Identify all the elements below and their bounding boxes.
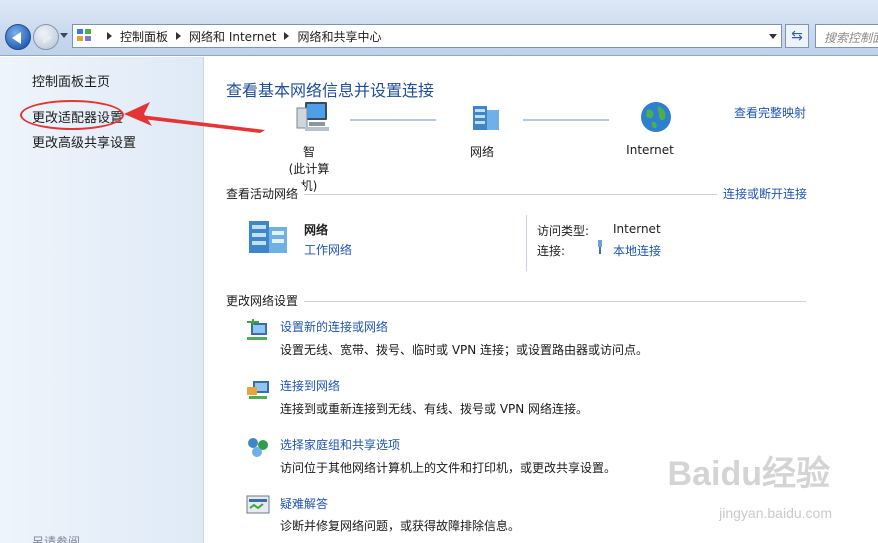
task-desc: 访问位于其他网络计算机上的文件和打印机，或更改共享设置。 (280, 461, 617, 475)
task-desc: 设置无线、宽带、拨号、临时或 VPN 连接；或设置路由器或访问点。 (280, 343, 649, 357)
see-also-heading: 另请参阅 (32, 535, 81, 543)
homegroup-icon (248, 438, 268, 457)
page-title: 查看基本网络信息并设置连接 (226, 81, 435, 100)
sidebar-item-control-panel-home[interactable]: 控制面板主页 (32, 71, 110, 90)
this-computer-node[interactable]: 智 (此计算机) (283, 100, 335, 194)
active-networks-title: 查看活动网络 (226, 185, 305, 202)
recent-pages-dropdown[interactable] (60, 33, 68, 38)
globe-icon (641, 102, 671, 132)
ethernet-plug-icon (597, 240, 603, 254)
internet-node[interactable]: Internet (620, 100, 680, 157)
back-button[interactable] (5, 24, 31, 50)
vertical-divider (526, 215, 527, 271)
view-full-map-link[interactable]: 查看完整映射 (734, 104, 806, 121)
forward-button[interactable] (33, 24, 59, 50)
task-desc: 连接到或重新连接到无线、有线、拨号或 VPN 网络连接。 (280, 402, 589, 416)
annotation-circle (20, 100, 124, 130)
crumb-arrow-icon[interactable] (176, 32, 182, 40)
network-building-icon (249, 221, 287, 253)
network-node[interactable]: 网络 (457, 100, 507, 160)
map-link-line (523, 119, 609, 121)
task-troubleshoot[interactable]: 疑难解答 (280, 495, 328, 512)
connect-disconnect-link[interactable]: 连接或断开连接 (717, 185, 808, 202)
search-input[interactable]: 搜索控制面 (815, 24, 878, 48)
breadcrumb-control-panel[interactable]: 控制面板 (120, 28, 168, 45)
divider (226, 301, 806, 302)
refresh-icon: ⇆ (791, 28, 803, 44)
troubleshoot-icon (246, 495, 270, 514)
computer-name: 智 (302, 145, 315, 159)
breadcrumb-sharing-center[interactable]: 网络和共享中心 (297, 28, 381, 45)
control-panel-icon (77, 29, 93, 43)
connect-network-icon (247, 381, 269, 399)
address-toolbar: 控制面板 网络和 Internet 网络和共享中心 ⇆ 搜索控制面 (0, 0, 878, 56)
task-desc: 诊断并修复网络问题，或获得故障排除信息。 (280, 519, 521, 533)
task-connect-to-network[interactable]: 连接到网络 (280, 377, 340, 394)
task-setup-new-connection[interactable]: 设置新的连接或网络 (280, 318, 388, 335)
crumb-arrow-icon[interactable] (284, 32, 290, 40)
address-bar[interactable]: 控制面板 网络和 Internet 网络和共享中心 (72, 24, 782, 48)
local-connection-link[interactable]: 本地连接 (613, 242, 661, 259)
connections-label: 连接: (537, 244, 566, 258)
refresh-button[interactable]: ⇆ (785, 24, 809, 48)
active-network-name: 网络 (304, 223, 329, 237)
baidu-watermark-url: jingyan.baidu.com (719, 505, 832, 521)
access-type-value: Internet (613, 222, 661, 236)
access-type-label: 访问类型: (537, 224, 590, 238)
address-dropdown-icon[interactable] (769, 34, 777, 39)
crumb-arrow-icon[interactable] (107, 32, 112, 40)
map-link-line (350, 119, 436, 121)
network-building-icon (473, 106, 499, 130)
new-connection-icon (247, 319, 267, 340)
change-settings-title: 更改网络设置 (226, 292, 305, 309)
breadcrumb-network-internet[interactable]: 网络和 Internet (189, 28, 276, 45)
network-label: 网络 (469, 145, 494, 159)
network-type-link[interactable]: 工作网络 (304, 241, 352, 258)
computer-icon (296, 102, 329, 131)
task-homegroup-sharing[interactable]: 选择家庭组和共享选项 (280, 436, 400, 453)
internet-label: Internet (626, 143, 674, 157)
baidu-watermark-logo: Baidu经验 (667, 455, 830, 493)
